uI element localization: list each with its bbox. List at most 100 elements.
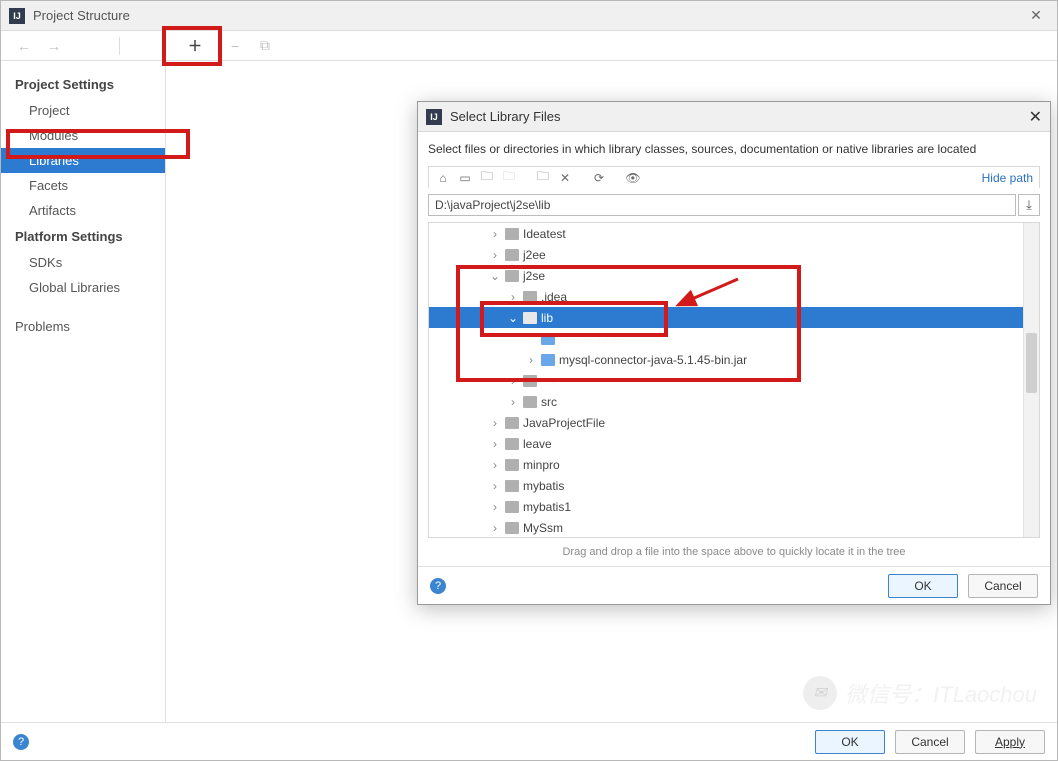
newfolder-icon[interactable]: 🗀 xyxy=(479,170,495,186)
delete-icon[interactable]: 🗀 xyxy=(535,170,551,186)
tree-label: mybatis xyxy=(523,479,564,493)
close-tab-icon[interactable]: ✕ xyxy=(557,170,573,186)
app-icon: IJ xyxy=(9,8,25,24)
sidebar-item-problems[interactable]: Problems xyxy=(1,314,165,339)
tree-label: mybatis1 xyxy=(523,500,571,514)
expand-icon[interactable]: › xyxy=(489,479,501,493)
tree-row[interactable]: › MySsm xyxy=(429,517,1039,538)
tree-label: src xyxy=(541,395,557,409)
scrollbar-thumb[interactable] xyxy=(1026,333,1037,393)
wechat-icon: ✉ xyxy=(803,676,837,710)
add-button[interactable]: ＋ xyxy=(182,34,208,58)
close-icon[interactable]: ✕ xyxy=(1023,7,1049,24)
tree-row[interactable]: ⌄ j2se xyxy=(429,265,1039,286)
expand-icon[interactable]: ⌄ xyxy=(489,269,501,283)
sidebar-item-sdks[interactable]: SDKs xyxy=(1,250,165,275)
expand-icon[interactable]: › xyxy=(489,227,501,241)
tree-row[interactable]: › .idea xyxy=(429,286,1039,307)
section-project-settings: Project Settings xyxy=(1,71,165,98)
expand-icon[interactable]: › xyxy=(489,521,501,535)
tree-label: MySsm xyxy=(523,521,563,535)
folder-icon xyxy=(523,396,537,408)
expand-icon[interactable]: › xyxy=(489,500,501,514)
scrollbar[interactable] xyxy=(1023,223,1039,537)
sidebar: Project Settings Project Modules Librari… xyxy=(1,61,166,722)
apply-button[interactable]: Apply xyxy=(975,730,1045,754)
expand-icon[interactable]: › xyxy=(507,395,519,409)
tree-row[interactable]: ›minpro xyxy=(429,454,1039,475)
tree-label: leave xyxy=(523,437,552,451)
tree-label: mysql-connector-java-5.1.45-bin.jar xyxy=(559,353,747,367)
file-tree[interactable]: › Ideatest ›j2ee ⌄ j2se › .idea ⌄lib junit-4.12.… xyxy=(428,222,1040,538)
tree-row[interactable]: ›out xyxy=(429,370,1039,391)
copy-icon[interactable]: ⧉ xyxy=(252,34,278,58)
folder-icon xyxy=(505,459,519,471)
home-icon[interactable]: ⌂ xyxy=(435,170,451,186)
close-icon[interactable]: ✕ xyxy=(1029,107,1042,127)
help-icon[interactable]: ? xyxy=(430,578,446,594)
tree-label: Ideatest xyxy=(523,227,566,241)
tree-row[interactable]: junit-4.12.jar xyxy=(429,328,1039,349)
sidebar-item-global-libraries[interactable]: Global Libraries xyxy=(1,275,165,300)
watermark: ✉ 微信号：ITLaochou xyxy=(803,676,1037,710)
expand-icon[interactable]: › xyxy=(489,416,501,430)
tree-row[interactable]: ⌄lib xyxy=(429,307,1039,328)
show-hidden-icon[interactable]: 👁 xyxy=(625,170,641,186)
expand-icon[interactable]: ⌄ xyxy=(507,311,519,325)
folder-icon[interactable]: 🗀 xyxy=(501,170,517,186)
folder-icon xyxy=(505,228,519,240)
expand-icon[interactable]: › xyxy=(525,353,537,367)
expand-icon[interactable]: › xyxy=(507,374,519,388)
dialog-title: Select Library Files xyxy=(450,109,1021,124)
tree-row[interactable]: › mysql-connector-java-5.1.45-bin.jar xyxy=(429,349,1039,370)
ok-button[interactable]: OK xyxy=(815,730,885,754)
sidebar-item-artifacts[interactable]: Artifacts xyxy=(1,198,165,223)
sidebar-item-modules[interactable]: Modules xyxy=(1,123,165,148)
tree-row[interactable]: ›j2ee xyxy=(429,244,1039,265)
tree-label: junit-4.12.jar xyxy=(559,332,625,346)
refresh-icon[interactable]: ⟳ xyxy=(591,170,607,186)
ok-button[interactable]: OK xyxy=(888,574,958,598)
hide-path-link[interactable]: Hide path xyxy=(982,171,1033,185)
cancel-button[interactable]: Cancel xyxy=(968,574,1038,598)
dialog-titlebar: IJ Select Library Files ✕ xyxy=(418,102,1050,132)
dnd-hint: Drag and drop a file into the space abov… xyxy=(428,544,1040,562)
folder-icon xyxy=(523,375,537,387)
expand-icon[interactable]: › xyxy=(489,458,501,472)
dialog-footer: ? OK Cancel xyxy=(418,566,1050,604)
desktop-icon[interactable]: ▭ xyxy=(457,170,473,186)
tree-row[interactable]: › src xyxy=(429,391,1039,412)
folder-icon xyxy=(505,438,519,450)
cancel-button[interactable]: Cancel xyxy=(895,730,965,754)
tree-label: .idea xyxy=(541,290,567,304)
select-library-dialog: IJ Select Library Files ✕ Select files o… xyxy=(417,101,1051,605)
window-title: Project Structure xyxy=(33,8,1015,23)
history-icon[interactable]: ⤓ xyxy=(1018,194,1040,216)
tree-label: JavaProjectFile xyxy=(523,416,605,430)
tree-row[interactable]: › leave xyxy=(429,433,1039,454)
tree-row[interactable]: › JavaProjectFile xyxy=(429,412,1039,433)
section-platform-settings: Platform Settings xyxy=(1,223,165,250)
expand-icon[interactable]: › xyxy=(507,290,519,304)
remove-button[interactable]: − xyxy=(222,34,248,58)
tree-row[interactable]: › mybatis1 xyxy=(429,496,1039,517)
tree-label: j2se xyxy=(523,269,545,283)
back-icon[interactable]: ← xyxy=(11,34,37,58)
tree-row[interactable]: › Ideatest xyxy=(429,223,1039,244)
dialog-toolbar: ⌂ ▭ 🗀 🗀 🗀 ✕ ⟳ 👁 Hide path xyxy=(428,166,1040,188)
expand-icon[interactable]: › xyxy=(489,437,501,451)
sidebar-item-project[interactable]: Project xyxy=(1,98,165,123)
path-input[interactable] xyxy=(428,194,1016,216)
tree-row[interactable]: › mybatis xyxy=(429,475,1039,496)
folder-icon xyxy=(505,270,519,282)
jar-icon xyxy=(541,333,555,345)
toolbar-separator xyxy=(119,37,120,55)
help-icon[interactable]: ? xyxy=(13,734,29,750)
jar-icon xyxy=(541,354,555,366)
sidebar-item-facets[interactable]: Facets xyxy=(1,173,165,198)
forward-icon[interactable]: → xyxy=(41,34,67,58)
folder-icon xyxy=(505,522,519,534)
expand-icon[interactable]: › xyxy=(489,248,501,262)
watermark-text: 微信号：ITLaochou xyxy=(845,677,1037,709)
sidebar-item-libraries[interactable]: Libraries xyxy=(1,148,165,173)
